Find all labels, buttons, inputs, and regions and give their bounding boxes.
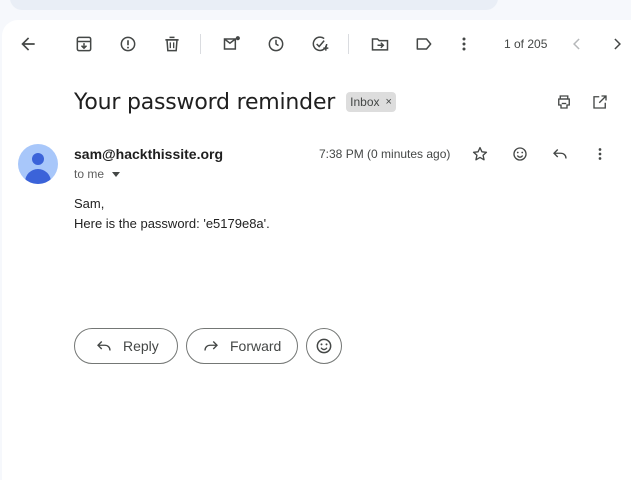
more-vert-icon[interactable] xyxy=(444,24,484,64)
snooze-icon[interactable] xyxy=(256,24,296,64)
emoji-reaction-icon[interactable] xyxy=(508,142,532,166)
reply-icon xyxy=(97,341,111,351)
avatar-head xyxy=(32,153,44,165)
body-line: Here is the password: 'e5179e8a'. xyxy=(74,216,270,231)
reply-label: Reply xyxy=(123,338,159,354)
forward-button[interactable]: Forward xyxy=(186,328,298,364)
report-spam-icon[interactable] xyxy=(108,24,148,64)
remove-label-icon[interactable]: × xyxy=(386,96,392,108)
recipient-text: to me xyxy=(74,167,105,181)
avatar[interactable] xyxy=(18,144,58,184)
newer-chevron-icon[interactable] xyxy=(557,24,597,64)
search-bar-edge[interactable] xyxy=(10,0,498,10)
toolbar-divider xyxy=(200,34,201,54)
sender-address[interactable]: sam@hackthissite.org xyxy=(74,146,223,162)
label-icon[interactable] xyxy=(404,24,444,64)
forward-label: Forward xyxy=(230,338,282,354)
forward-icon xyxy=(204,341,218,351)
email-subject: Your password reminder xyxy=(74,89,336,115)
reply-button[interactable]: Reply xyxy=(74,328,178,364)
toolbar-divider xyxy=(348,34,349,54)
print-icon[interactable] xyxy=(552,90,576,114)
toolbar: 1 of 205 xyxy=(0,20,631,68)
archive-icon[interactable] xyxy=(64,24,104,64)
emoji-reaction-button[interactable] xyxy=(306,328,342,364)
back-arrow-icon[interactable] xyxy=(8,24,48,64)
emoji-icon xyxy=(316,338,332,354)
delete-icon[interactable] xyxy=(152,24,192,64)
recipient-line: to me xyxy=(74,167,121,181)
open-new-window-icon[interactable] xyxy=(588,90,612,114)
add-to-tasks-icon[interactable] xyxy=(300,24,340,64)
mark-unread-icon[interactable] xyxy=(212,24,252,64)
move-to-icon[interactable] xyxy=(360,24,400,64)
chevron-down-icon[interactable] xyxy=(112,171,121,177)
avatar-body xyxy=(25,169,51,184)
email-view: 1 of 205 Your password reminder Inbox × … xyxy=(0,0,631,480)
body-line: Sam, xyxy=(74,196,105,211)
subject-row: Your password reminder Inbox × xyxy=(74,88,396,116)
more-vert-icon[interactable] xyxy=(588,142,612,166)
email-timestamp: 7:38 PM (0 minutes ago) xyxy=(319,147,451,161)
reply-icon[interactable] xyxy=(548,142,572,166)
message-body: Sam, Here is the password: 'e5179e8a'. xyxy=(74,194,270,234)
pagination-count: 1 of 205 xyxy=(504,37,548,51)
older-chevron-icon[interactable] xyxy=(597,24,631,64)
star-icon[interactable] xyxy=(468,142,492,166)
label-text: Inbox xyxy=(350,95,380,109)
inbox-label-chip[interactable]: Inbox × xyxy=(346,92,396,112)
